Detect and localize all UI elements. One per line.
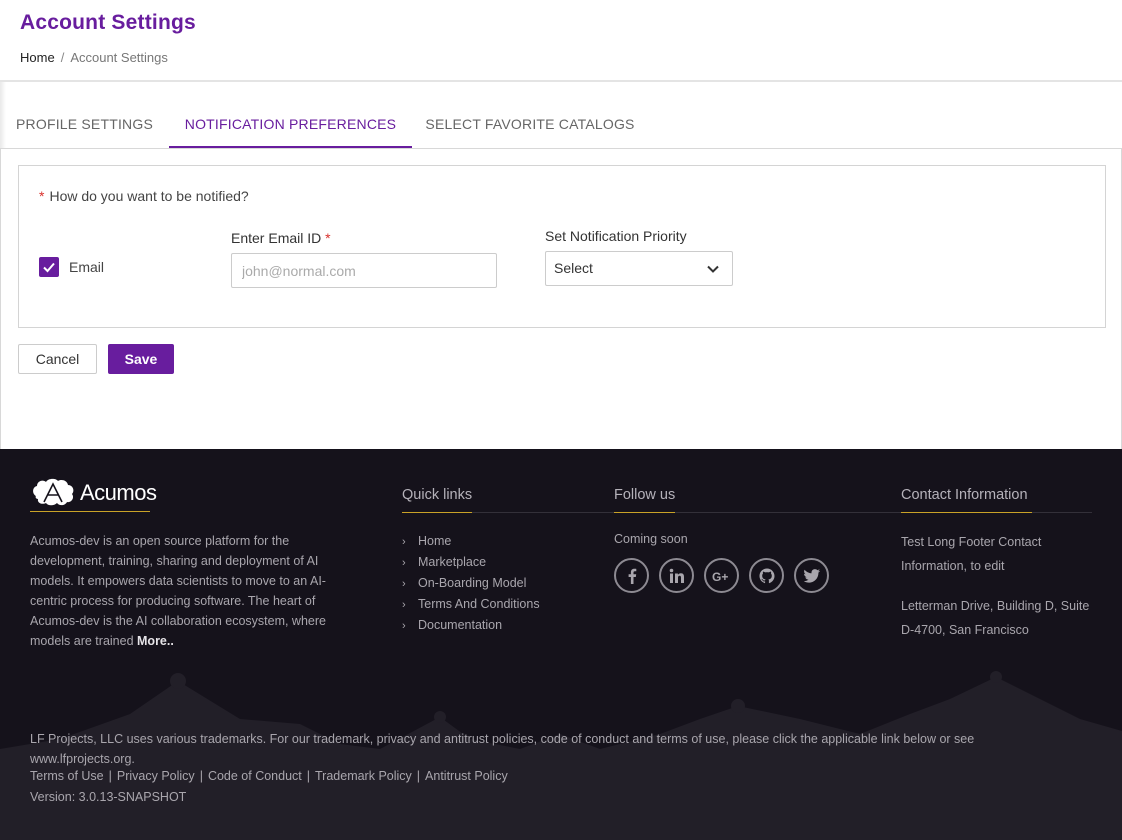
quick-link-home[interactable]: › Home — [402, 531, 540, 552]
quick-links-underline — [402, 512, 472, 513]
priority-label: Set Notification Priority — [545, 228, 687, 244]
settings-tabs: PROFILE SETTINGS NOTIFICATION PREFERENCE… — [0, 100, 1122, 149]
privacy-policy-link[interactable]: Privacy Policy — [117, 769, 195, 783]
antitrust-policy-link[interactable]: Antitrust Policy — [425, 769, 508, 783]
chevron-right-icon: › — [402, 557, 406, 569]
link-separator: | — [199, 769, 203, 783]
follow-us-heading: Follow us — [614, 487, 676, 503]
breadcrumb-current: Account Settings — [70, 50, 168, 65]
chevron-right-icon: › — [402, 578, 406, 590]
breadcrumb-separator: / — [60, 50, 65, 65]
legal-links: Terms of Use | Privacy Policy | Code of Cond… — [30, 769, 508, 783]
quick-link-marketplace[interactable]: › Marketplace — [402, 552, 540, 573]
footer-description: Acumos-dev is an open source platform fo… — [30, 531, 340, 651]
checkmark-icon — [43, 262, 55, 273]
tab-select-favorite-catalogs[interactable]: SELECT FAVORITE CATALOGS — [412, 100, 648, 148]
page-title: Account Settings — [20, 11, 196, 34]
quick-links-list: › Home › Marketplace › On-Boarding Model › T… — [402, 531, 540, 636]
twitter-button[interactable] — [794, 558, 829, 593]
svg-text:G+: G+ — [712, 570, 728, 582]
save-button[interactable]: Save — [108, 344, 174, 374]
link-separator: | — [306, 769, 310, 783]
contact-heading: Contact Information — [901, 487, 1028, 503]
chevron-right-icon: › — [402, 599, 406, 611]
tab-profile-settings[interactable]: PROFILE SETTINGS — [0, 100, 169, 148]
facebook-icon — [628, 568, 636, 584]
quick-link-label: Home — [418, 534, 452, 548]
notification-options-box: * How do you want to be notified? Email E… — [18, 165, 1106, 328]
more-link[interactable]: More.. — [137, 634, 174, 648]
quick-link-documentation[interactable]: › Documentation — [402, 615, 540, 636]
google-plus-button[interactable]: G+ — [704, 558, 739, 593]
github-button[interactable] — [749, 558, 784, 593]
terms-of-use-link[interactable]: Terms of Use — [30, 769, 104, 783]
chevron-down-icon — [707, 265, 719, 273]
email-field-label-text: Enter Email ID — [231, 230, 322, 246]
priority-selected-value: Select — [554, 260, 593, 276]
quick-link-terms-and-conditions[interactable]: › Terms And Conditions — [402, 594, 540, 615]
quick-link-label: Terms And Conditions — [418, 597, 540, 611]
footer-description-text: Acumos-dev is an open source platform fo… — [30, 534, 326, 648]
google-plus-icon: G+ — [712, 570, 728, 582]
github-icon — [759, 568, 774, 583]
brain-logo-icon — [33, 478, 74, 506]
priority-select[interactable]: Select — [545, 251, 733, 286]
link-separator: | — [108, 769, 112, 783]
logo-underline — [30, 511, 150, 512]
cancel-button[interactable]: Cancel — [18, 344, 97, 374]
email-field-label: Enter Email ID * — [231, 230, 331, 246]
coming-soon-text: Coming soon — [614, 532, 688, 546]
email-input[interactable] — [231, 253, 497, 288]
email-checkbox[interactable] — [39, 257, 59, 277]
contact-line-1: Test Long Footer Contact Information, to… — [901, 535, 1042, 573]
required-marker: * — [39, 188, 45, 204]
breadcrumb: Home / Account Settings — [20, 50, 168, 65]
quick-link-onboarding-model[interactable]: › On-Boarding Model — [402, 573, 540, 594]
tab-content-panel: * How do you want to be notified? Email E… — [0, 148, 1122, 450]
page-header: Account Settings Home / Account Settings — [0, 0, 1122, 82]
quick-link-label: On-Boarding Model — [418, 576, 527, 590]
version-text: Version: 3.0.13-SNAPSHOT — [30, 790, 187, 804]
follow-us-underline — [614, 512, 675, 513]
chevron-right-icon: › — [402, 536, 406, 548]
quick-link-label: Documentation — [418, 618, 503, 632]
legal-notice: LF Projects, LLC uses various trademarks… — [30, 732, 975, 766]
chevron-right-icon: › — [402, 620, 406, 632]
question-text: How do you want to be notified? — [49, 188, 249, 204]
required-marker: * — [325, 230, 331, 246]
email-checkbox-label[interactable]: Email — [69, 259, 104, 275]
contact-address: Letterman Drive, Building D, Suite D-470… — [901, 599, 1090, 637]
footer: Acumos Acumos-dev is an open source plat… — [0, 449, 1122, 840]
trademark-policy-link[interactable]: Trademark Policy — [315, 769, 412, 783]
quick-link-label: Marketplace — [418, 555, 487, 569]
acumos-logo[interactable]: Acumos — [30, 476, 157, 508]
notification-question: * How do you want to be notified? — [39, 188, 249, 204]
linkedin-button[interactable] — [659, 558, 694, 593]
linkedin-icon — [669, 568, 684, 583]
facebook-button[interactable] — [614, 558, 649, 593]
code-of-conduct-link[interactable]: Code of Conduct — [208, 769, 302, 783]
breadcrumb-home-link[interactable]: Home — [20, 50, 55, 65]
link-separator: | — [416, 769, 421, 783]
quick-links-heading: Quick links — [402, 487, 473, 503]
logo-text: Acumos — [80, 480, 157, 505]
contact-underline — [901, 512, 1032, 513]
tab-notification-preferences[interactable]: NOTIFICATION PREFERENCES — [169, 100, 412, 148]
twitter-icon — [803, 568, 820, 583]
